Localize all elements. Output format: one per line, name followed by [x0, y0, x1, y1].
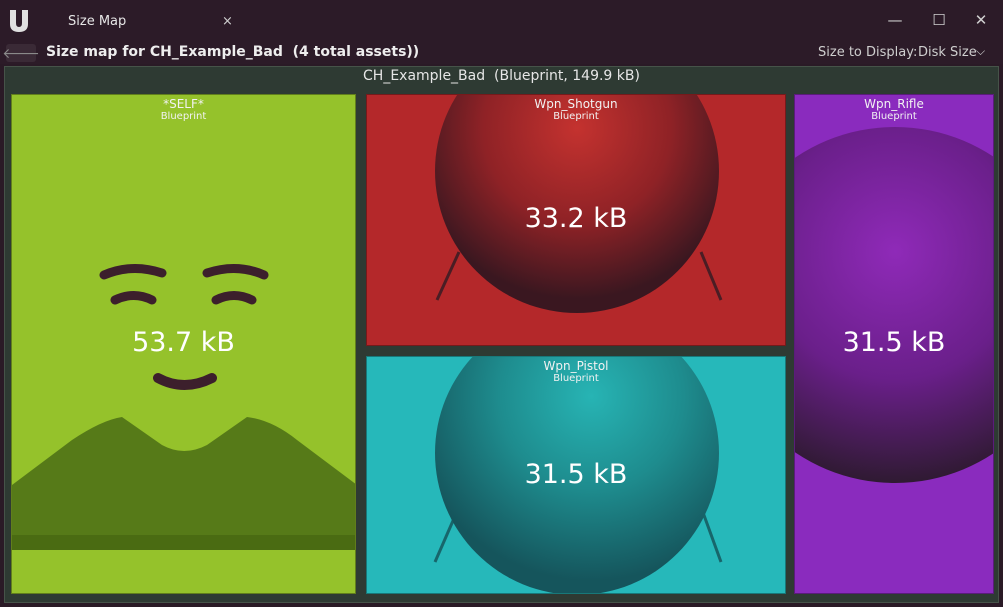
node-size: 53.7 kB — [132, 327, 235, 358]
node-type: Blueprint — [871, 111, 917, 122]
node-name: Wpn_Rifle — [864, 97, 924, 111]
size-map-node-wpn-shotgun[interactable]: Wpn_Shotgun Blueprint 33.2 kB — [366, 94, 786, 346]
toolbar: 🡐 Size map for CH_Example_Bad (4 total a… — [0, 42, 1003, 64]
title-bar: Size Map × — ☐ ✕ — [0, 0, 1003, 42]
chevron-down-icon[interactable]: ⌵ — [976, 44, 985, 59]
root-asset-title: CH_Example_Bad (Blueprint, 149.9 kB) — [363, 68, 640, 84]
maximize-button[interactable]: ☐ — [927, 9, 951, 31]
tab-label: Size Map — [68, 13, 127, 29]
node-type: Blueprint — [160, 111, 207, 122]
back-arrow-icon[interactable]: 🡐 — [2, 44, 40, 62]
tab-close-icon[interactable]: × — [222, 14, 233, 29]
size-map-node-wpn-rifle[interactable]: Wpn_Rifle Blueprint 31.5 kB — [794, 94, 994, 594]
node-size: 31.5 kB — [842, 327, 946, 358]
tab-size-map[interactable]: Size Map × — [44, 0, 244, 42]
minimize-button[interactable]: — — [883, 9, 907, 31]
node-size: 31.5 kB — [524, 459, 628, 490]
node-name: *SELF* — [163, 97, 204, 111]
size-to-display-dropdown[interactable]: Disk Size — [918, 45, 977, 60]
node-name: Wpn_Shotgun — [534, 97, 618, 111]
close-window-button[interactable]: ✕ — [969, 9, 993, 31]
node-type: Blueprint — [553, 373, 599, 384]
node-type: Blueprint — [553, 111, 599, 122]
unreal-logo-icon — [10, 10, 28, 32]
node-size: 33.2 kB — [524, 203, 628, 234]
size-map-node-self[interactable]: *SELF* Blueprint 53.7 kB — [11, 94, 356, 594]
node-name: Wpn_Pistol — [543, 359, 609, 373]
size-map-node-wpn-pistol[interactable]: Wpn_Pistol Blueprint 31.5 kB — [366, 356, 786, 594]
size-map-title: Size map for CH_Example_Bad (4 total ass… — [46, 44, 420, 60]
size-to-display-label: Size to Display: — [818, 45, 918, 60]
